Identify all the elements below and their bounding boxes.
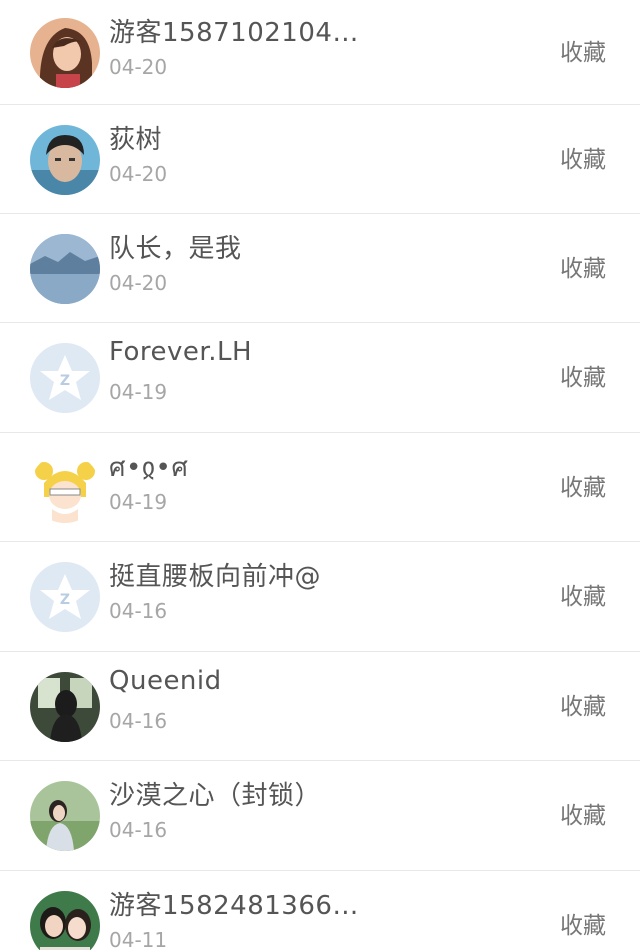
favorite-button[interactable]: 收藏 — [560, 33, 606, 67]
follow-date: 04-20 — [109, 271, 168, 295]
photo-landscape-avatar[interactable] — [30, 234, 100, 304]
list-item[interactable]: 队长，是我 04-20 收藏 — [0, 213, 640, 322]
photo-woman-icon — [30, 672, 100, 742]
follow-date: 04-16 — [109, 818, 168, 842]
photo-woman-dark-avatar[interactable] — [30, 672, 100, 742]
cartoon-sailor-avatar[interactable] — [30, 453, 100, 523]
user-name: 荻树 — [109, 125, 163, 155]
user-name: 游客1587102104… — [109, 18, 359, 48]
user-name: ศ•ჲ•ศ — [109, 453, 189, 483]
photo-girl-avatar[interactable] — [30, 18, 100, 88]
star-icon: Z — [30, 562, 100, 632]
user-name: Forever.LH — [109, 337, 253, 367]
photo-boy-avatar[interactable] — [30, 125, 100, 195]
photo-woman-garden-avatar[interactable] — [30, 781, 100, 851]
favorite-button[interactable]: 收藏 — [560, 249, 606, 283]
default-star-avatar[interactable]: Z — [30, 562, 100, 632]
default-star-avatar[interactable]: Z — [30, 343, 100, 413]
user-name: Queenid — [109, 666, 222, 696]
favorite-button[interactable]: 收藏 — [560, 906, 606, 940]
favorite-button[interactable]: 收藏 — [560, 140, 606, 174]
svg-text:Z: Z — [60, 592, 70, 608]
photo-girl-icon — [30, 18, 100, 88]
follow-date: 04-20 — [109, 162, 168, 186]
photo-landscape-icon — [30, 234, 100, 304]
photo-two-girls-icon — [30, 891, 100, 950]
favorite-button[interactable]: 收藏 — [560, 577, 606, 611]
list-item[interactable]: 荻树 04-20 收藏 — [0, 104, 640, 213]
follow-date: 04-16 — [109, 709, 168, 733]
list-item[interactable]: Z Forever.LH 04-19 收藏 — [0, 322, 640, 431]
cartoon-girl-icon — [30, 453, 100, 523]
follow-date: 04-11 — [109, 928, 168, 950]
follow-date: 04-19 — [109, 380, 168, 404]
user-name: 沙漠之心（封锁） — [109, 781, 322, 811]
favorite-button[interactable]: 收藏 — [560, 468, 606, 502]
list-item[interactable]: 沙漠之心（封锁） 04-16 收藏 — [0, 760, 640, 869]
list-item[interactable]: Z 挺直腰板向前冲@ 04-16 收藏 — [0, 541, 640, 650]
svg-text:Z: Z — [60, 373, 70, 389]
favorite-button[interactable]: 收藏 — [560, 687, 606, 721]
follow-list: 游客1587102104… 04-20 收藏 荻树 04-20 收藏 队长，是我… — [0, 0, 640, 950]
user-name: 队长，是我 — [109, 234, 242, 264]
list-item[interactable]: Queenid 04-16 收藏 — [0, 651, 640, 760]
list-item[interactable]: 游客1587102104… 04-20 收藏 — [0, 0, 640, 106]
follow-date: 04-20 — [109, 55, 168, 79]
photo-boy-icon — [30, 125, 100, 195]
user-name: 挺直腰板向前冲@ — [109, 562, 322, 592]
follow-date: 04-19 — [109, 490, 168, 514]
user-name: 游客1582481366… — [109, 891, 359, 921]
follow-date: 04-16 — [109, 599, 168, 623]
photo-two-girls-avatar[interactable] — [30, 891, 100, 950]
list-item[interactable]: ศ•ჲ•ศ 04-19 收藏 — [0, 432, 640, 541]
photo-garden-icon — [30, 781, 100, 851]
star-icon: Z — [30, 343, 100, 413]
favorite-button[interactable]: 收藏 — [560, 358, 606, 392]
favorite-button[interactable]: 收藏 — [560, 796, 606, 830]
list-item[interactable]: 游客1582481366… 04-11 收藏 — [0, 870, 640, 950]
